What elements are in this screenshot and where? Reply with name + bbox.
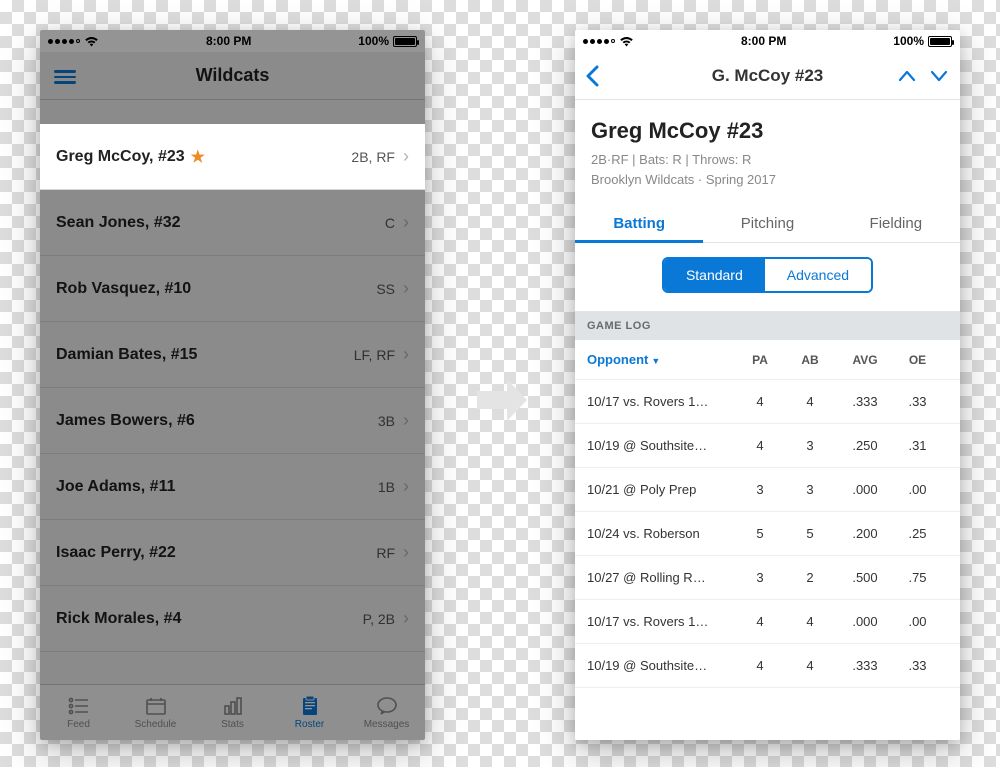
roster-row[interactable]: Greg McCoy, #23 ★ 2B, RF ›	[40, 124, 425, 190]
stat-tabs: Batting Pitching Fielding	[575, 203, 960, 243]
nav-bar: G. McCoy #23	[575, 52, 960, 100]
cell-avg: .250	[835, 438, 895, 453]
game-log-table[interactable]: Opponent▼ PA AB AVG OE 10/17 vs. Rovers …	[575, 340, 960, 740]
table-row[interactable]: 10/24 vs. Roberson55.200.25	[575, 512, 960, 556]
col-pa[interactable]: PA	[735, 353, 785, 367]
col-ab[interactable]: AB	[785, 353, 835, 367]
cell-avg: .000	[835, 614, 895, 629]
cell-oe: .75	[895, 570, 940, 585]
cell-avg: .333	[835, 394, 895, 409]
player-name: Greg McCoy #23	[591, 118, 944, 144]
dim-overlay	[40, 190, 425, 740]
cell-oe: .00	[895, 482, 940, 497]
chevron-right-icon: ›	[403, 146, 409, 167]
player-position: 2B, RF	[351, 149, 395, 165]
player-meta-line1: 2B·RF | Bats: R | Throws: R	[591, 150, 944, 170]
prev-player-button[interactable]	[898, 70, 916, 82]
table-row[interactable]: 10/19 @ Southsite…43.250.31	[575, 424, 960, 468]
transition-arrow-icon	[462, 375, 542, 425]
cell-pa: 3	[735, 570, 785, 585]
table-row[interactable]: 10/27 @ Rolling R…32.500.75	[575, 556, 960, 600]
cell-opponent: 10/17 vs. Rovers 1…	[575, 614, 735, 629]
cell-opponent: 10/19 @ Southsite…	[575, 438, 735, 453]
col-opponent[interactable]: Opponent▼	[575, 352, 735, 367]
player-meta-line2: Brooklyn Wildcats · Spring 2017	[591, 170, 944, 190]
cell-opponent: 10/24 vs. Roberson	[575, 526, 735, 541]
cell-avg: .000	[835, 482, 895, 497]
player-header: Greg McCoy #23 2B·RF | Bats: R | Throws:…	[575, 100, 960, 203]
clock: 8:00 PM	[741, 34, 786, 48]
cell-ab: 4	[785, 658, 835, 673]
table-row[interactable]: 10/17 vs. Rovers 1…44.333.33	[575, 380, 960, 424]
cell-opponent: 10/21 @ Poly Prep	[575, 482, 735, 497]
cell-oe: .25	[895, 526, 940, 541]
cell-ab: 4	[785, 614, 835, 629]
table-row[interactable]: 10/21 @ Poly Prep33.000.00	[575, 468, 960, 512]
status-bar: 8:00 PM 100%	[575, 30, 960, 52]
cell-oe: .31	[895, 438, 940, 453]
table-header: Opponent▼ PA AB AVG OE	[575, 340, 960, 380]
tab-pitching[interactable]: Pitching	[703, 203, 831, 242]
cell-pa: 3	[735, 482, 785, 497]
wifi-icon	[619, 36, 634, 47]
cell-ab: 2	[785, 570, 835, 585]
tab-batting[interactable]: Batting	[575, 203, 703, 242]
col-avg[interactable]: AVG	[835, 353, 895, 367]
dim-overlay	[40, 30, 425, 124]
player-detail-screen: 8:00 PM 100% G. McCoy #23 Greg McCo	[575, 30, 960, 740]
cell-opponent: 10/19 @ Southsite…	[575, 658, 735, 673]
page-title: G. McCoy #23	[712, 66, 824, 86]
cell-opponent: 10/27 @ Rolling R…	[575, 570, 735, 585]
sort-caret-icon: ▼	[651, 356, 660, 366]
cell-ab: 3	[785, 438, 835, 453]
cell-ab: 4	[785, 394, 835, 409]
roster-screen: 8:00 PM 100% Wildcats Greg McCoy, #23★2B…	[40, 30, 425, 740]
col-oe[interactable]: OE	[895, 353, 940, 367]
game-log-header: GAME LOG	[575, 312, 960, 340]
battery-pct: 100%	[893, 34, 924, 48]
cell-pa: 4	[735, 614, 785, 629]
cell-pa: 4	[735, 658, 785, 673]
segment-advanced[interactable]: Advanced	[765, 259, 871, 291]
cell-pa: 4	[735, 394, 785, 409]
segment-control: Standard Advanced	[662, 257, 873, 293]
cell-ab: 3	[785, 482, 835, 497]
table-row[interactable]: 10/19 @ Southsite…44.333.33	[575, 644, 960, 688]
signal-dots-icon	[583, 39, 615, 44]
battery-icon	[928, 36, 952, 47]
cell-avg: .200	[835, 526, 895, 541]
cell-avg: .500	[835, 570, 895, 585]
cell-oe: .00	[895, 614, 940, 629]
cell-opponent: 10/17 vs. Rovers 1…	[575, 394, 735, 409]
cell-pa: 5	[735, 526, 785, 541]
tab-fielding[interactable]: Fielding	[832, 203, 960, 242]
cell-ab: 5	[785, 526, 835, 541]
back-button[interactable]	[585, 65, 599, 87]
cell-avg: .333	[835, 658, 895, 673]
next-player-button[interactable]	[930, 70, 948, 82]
segment-standard[interactable]: Standard	[664, 259, 765, 291]
cell-oe: .33	[895, 658, 940, 673]
star-icon: ★	[191, 147, 205, 167]
table-row[interactable]: 10/17 vs. Rovers 1…44.000.00	[575, 600, 960, 644]
player-name: Greg McCoy, #23	[56, 148, 185, 166]
cell-pa: 4	[735, 438, 785, 453]
cell-oe: .33	[895, 394, 940, 409]
